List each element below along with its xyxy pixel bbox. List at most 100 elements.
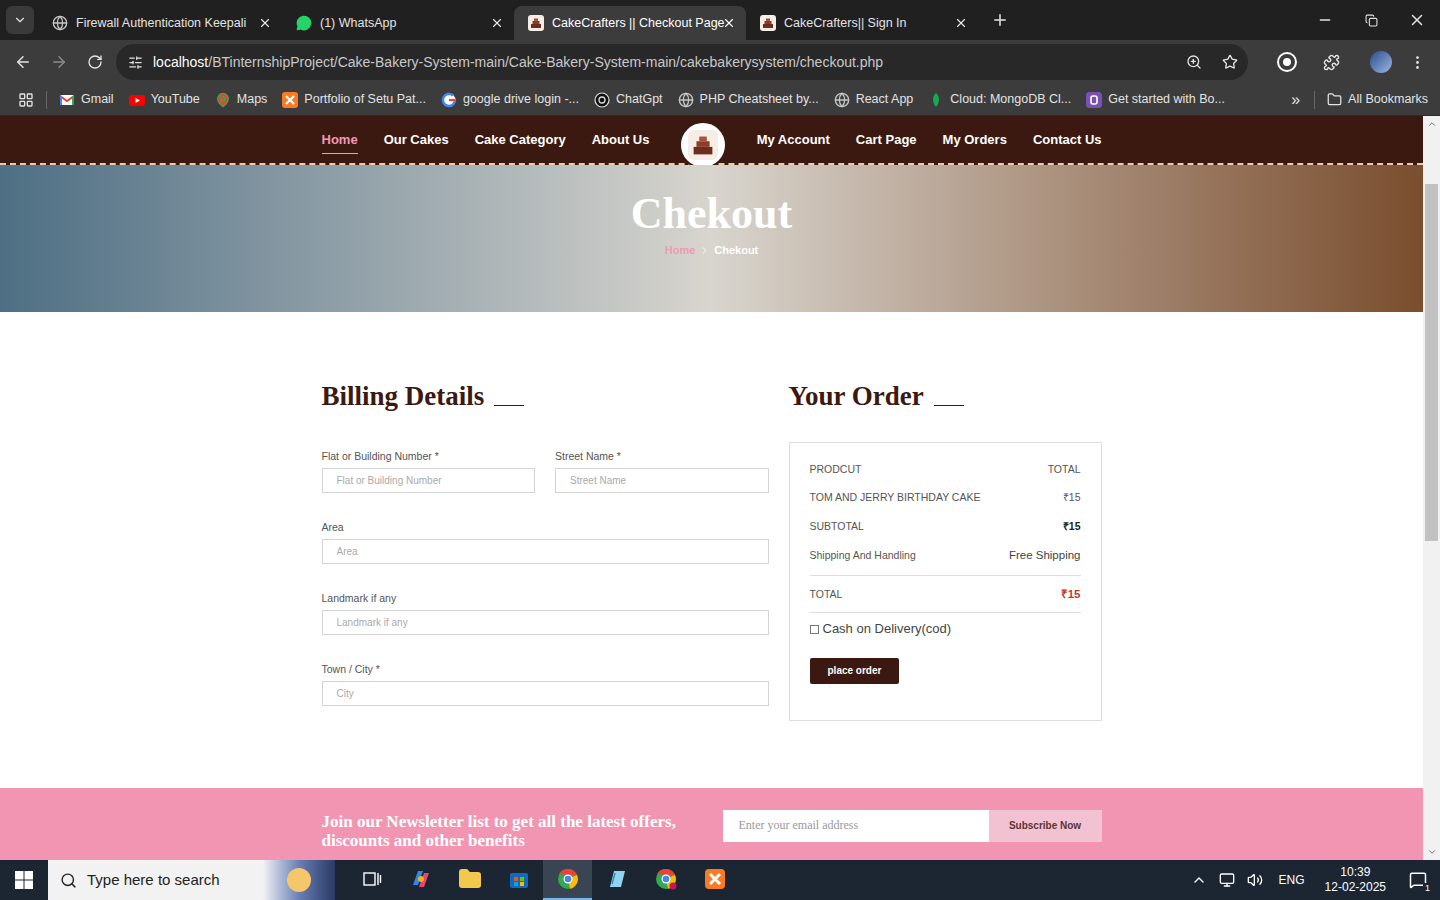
bookmark[interactable]: Cloud: MongoDB Cl... [928,90,1071,109]
taskbar-app[interactable] [445,860,494,900]
gmail-icon [59,92,75,108]
bookmarks-bar: Gmail YouTube Maps Portfolio of Setu Pat...… [0,84,1440,116]
globe-icon [52,15,68,31]
extensions-button[interactable] [1316,47,1346,77]
tab-title: Firewall Authentication Keepali [76,14,250,33]
browser-tab[interactable]: (1) WhatsApp [282,6,514,40]
site-info-icon[interactable] [128,55,143,70]
tab-search-button[interactable] [6,6,34,34]
show-hidden-icons-icon[interactable] [1191,872,1207,888]
profile-button[interactable] [1366,47,1396,77]
nav-link[interactable]: Cake Category [475,130,566,154]
bookmark[interactable]: google drive login -... [441,90,579,109]
taskbar-search[interactable]: Type here to search [48,860,335,900]
task-view-icon [361,868,383,890]
scrollbar[interactable] [1423,116,1440,860]
nav-link[interactable]: My Account [757,130,830,154]
taskbar-app[interactable] [396,860,445,900]
search-placeholder: Type here to search [87,869,253,892]
file-explorer-icon [458,867,482,891]
text-input[interactable] [322,468,536,493]
nav-link[interactable]: Our Cakes [384,130,449,154]
close-tab-icon[interactable] [258,16,272,30]
place-order-button[interactable]: place order [810,658,900,684]
cake-logo-icon [688,130,718,160]
text-input[interactable] [322,539,769,564]
text-input[interactable] [322,610,769,635]
zoom-icon[interactable] [1186,54,1202,70]
globe-icon [678,92,694,108]
text-input[interactable] [555,468,769,493]
menu-button[interactable] [1402,47,1432,77]
order-item: TOM AND JERRY BIRTHDAY CAKE₹15 [810,490,1081,504]
text-input[interactable] [322,681,769,706]
scroll-thumb[interactable] [1425,184,1438,541]
site-logo[interactable] [679,121,727,169]
browser-tab[interactable]: CakeCrafters|| Sign In [746,6,978,40]
taskbar-app[interactable] [543,860,592,900]
scroll-down-icon[interactable] [1427,847,1437,857]
bookmark-label: google drive login -... [463,90,579,109]
nav-link[interactable]: About Us [592,130,650,154]
forward-button[interactable] [44,47,74,77]
close-button[interactable] [1394,0,1440,40]
close-icon [1408,11,1426,29]
close-tab-icon[interactable] [954,16,968,30]
clock[interactable]: 10:3912-02-2025 [1317,865,1394,895]
start-button[interactable] [0,860,48,900]
bookmark[interactable]: ChatGpt [594,90,663,109]
search-highlight-image [263,860,335,900]
whatsapp-icon [296,15,312,31]
language-indicator[interactable]: ENG [1271,871,1313,889]
all-bookmarks[interactable]: All Bookmarks [1327,90,1428,109]
email-input[interactable] [723,810,989,842]
nav-link[interactable]: Cart Page [856,130,917,154]
breadcrumb-item[interactable]: Home [665,242,696,259]
scroll-up-icon[interactable] [1427,119,1437,129]
bookmark-star-icon[interactable] [1222,54,1238,70]
restore-button[interactable] [1348,0,1394,40]
form-row: Area [322,521,769,564]
bookmark[interactable]: React App [834,90,914,109]
form-row: Flat or Building Number *Street Name * [322,450,769,493]
search-icon [60,872,77,889]
maps-icon [215,92,231,108]
extension-button[interactable] [1272,47,1302,77]
address-bar[interactable]: localhost/BTinternshipProject/Cake-Baker… [116,44,1248,80]
taskbar-app[interactable] [690,860,739,900]
nav-link[interactable]: Home [322,130,358,154]
close-tab-icon[interactable] [490,16,504,30]
network-icon[interactable] [1219,872,1235,888]
tab-title: CakeCrafters || Checkout Page [552,14,714,33]
field-label: Town / City * [322,663,769,676]
browser-tab[interactable]: CakeCrafters || Checkout Page [514,6,746,40]
taskbar-app[interactable] [592,860,641,900]
volume-icon[interactable] [1247,872,1263,888]
bookmark[interactable]: PHP Cheatsheet by... [678,90,819,109]
more-bookmarks[interactable]: » [1291,88,1300,112]
notification-center[interactable]: 1 [1398,860,1438,900]
nav-link[interactable]: Contact Us [1033,130,1102,154]
bookmark[interactable]: YouTube [129,90,200,109]
minimize-button[interactable] [1302,0,1348,40]
taskbar-app[interactable] [641,860,690,900]
taskbar-app[interactable] [494,860,543,900]
subscribe-button[interactable]: Subscribe Now [989,810,1102,842]
bookmark[interactable]: Get started with Bo... [1086,90,1225,109]
page-banner: ChekoutHomeChekout [0,165,1423,312]
browser-tab[interactable]: Firewall Authentication Keepali [38,6,282,40]
mongodb-icon [928,92,944,108]
back-button[interactable] [8,47,38,77]
close-tab-icon[interactable] [722,16,736,30]
nav-link[interactable]: My Orders [943,130,1007,154]
taskbar-app[interactable] [347,860,396,900]
new-tab-button[interactable] [986,6,1014,34]
order-header: PRODCUTTOTAL [810,462,1081,476]
bookmark[interactable]: Maps [215,90,268,109]
apps-icon[interactable] [18,92,34,108]
bookmark[interactable]: Portfolio of Setu Pat... [282,90,426,109]
reload-button[interactable] [80,47,110,77]
checkbox[interactable] [810,625,819,634]
bookmark[interactable]: Gmail [59,90,114,109]
payment-option[interactable]: Cash on Delivery(cod) [810,621,1081,637]
